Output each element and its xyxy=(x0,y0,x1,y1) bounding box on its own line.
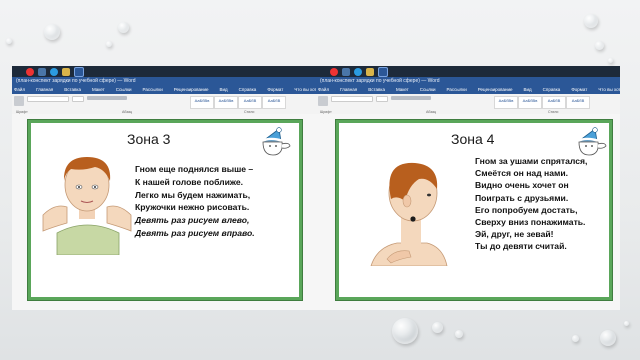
tab-insert[interactable]: Вставка xyxy=(368,86,385,94)
align-buttons[interactable] xyxy=(87,96,127,100)
poem-line: К нашей голове поближе. xyxy=(135,176,244,187)
tab-view[interactable]: Вид xyxy=(220,86,228,94)
tab-home[interactable]: Главная xyxy=(36,86,53,94)
gnome-hand-icon xyxy=(260,127,291,156)
tab-help[interactable]: Справка xyxy=(543,86,561,94)
poem-line: Гном за ушами спрятался, xyxy=(475,156,588,166)
poem-line: Сверху вниз понажимать. xyxy=(475,217,586,228)
style-no-spacing[interactable]: АаБбВв xyxy=(518,96,542,109)
document-page: Зона 4 Гном за ушами спрятался, Смеётся … xyxy=(316,114,620,310)
water-drop xyxy=(44,24,60,40)
poem-line: Легко мы будем нажимать, xyxy=(135,189,251,200)
poem-line: Видно очень хочет он xyxy=(475,180,569,191)
ribbon-tabs: Файл Главная Вставка Макет Ссылки Рассыл… xyxy=(12,86,316,94)
style-heading-2[interactable]: АаБбВ xyxy=(566,96,590,109)
browser-icon[interactable] xyxy=(50,67,58,76)
tab-review[interactable]: Рецензирование xyxy=(174,86,209,94)
browser-icon[interactable] xyxy=(354,67,362,76)
water-drop xyxy=(106,41,112,47)
water-drop xyxy=(572,335,579,342)
paste-button[interactable] xyxy=(14,96,24,106)
style-no-spacing[interactable]: АаБбВв xyxy=(214,96,238,109)
word-icon[interactable] xyxy=(378,66,388,77)
zone-title: Зона 4 xyxy=(451,131,495,147)
ribbon: АаБбВв АаБбВв АаБбВ АаБбВ Шрифт Абзац Ст… xyxy=(316,94,620,115)
water-drop xyxy=(392,318,418,344)
tab-file[interactable]: Файл xyxy=(318,86,329,94)
tab-mailings[interactable]: Рассылки xyxy=(447,86,467,94)
vk-icon[interactable] xyxy=(38,67,46,76)
tell-me-search[interactable]: Что вы хотите сделать? xyxy=(598,86,620,94)
ribbon-tabs: Файл Главная Вставка Макет Ссылки Рассыл… xyxy=(316,86,620,94)
font-name-box[interactable] xyxy=(331,96,373,102)
zone-card: Зона 3 Гном еще поднялся выше – К нашей … xyxy=(28,120,302,300)
yandex-icon[interactable] xyxy=(330,67,338,76)
tab-references[interactable]: Ссылки xyxy=(116,86,132,94)
tab-format[interactable]: Формат xyxy=(267,86,283,94)
tab-format[interactable]: Формат xyxy=(571,86,587,94)
water-drop xyxy=(6,38,12,44)
font-name-box[interactable] xyxy=(27,96,69,102)
water-drop xyxy=(118,22,129,33)
poem-text: Гном еще поднялся выше – К нашей голове … xyxy=(135,163,255,240)
word-window-right: (план-конспект зарядки по учебной сфере)… xyxy=(316,66,620,310)
poem-line: Поиграть с друзьями. xyxy=(475,192,569,203)
align-buttons[interactable] xyxy=(391,96,431,100)
water-drop xyxy=(595,41,604,50)
tab-review[interactable]: Рецензирование xyxy=(478,86,513,94)
gnome-hand-icon xyxy=(576,127,607,156)
folder-icon[interactable] xyxy=(62,67,70,76)
window-title: (план-конспект зарядки по учебной сфере)… xyxy=(316,77,620,86)
tab-view[interactable]: Вид xyxy=(524,86,532,94)
tab-home[interactable]: Главная xyxy=(340,86,357,94)
poem-line: Эй, друг, не зевай! xyxy=(475,229,554,240)
taskbar xyxy=(316,66,620,77)
style-normal[interactable]: АаБбВв xyxy=(190,96,214,109)
style-heading-1[interactable]: АаБбВ xyxy=(238,96,262,109)
poem-line: Его попробуем достать, xyxy=(475,204,578,215)
folder-icon[interactable] xyxy=(366,67,374,76)
water-drop xyxy=(455,330,463,338)
taskbar xyxy=(12,66,316,77)
poem-line: Девять раз рисуем влево, xyxy=(135,215,250,226)
vk-icon[interactable] xyxy=(342,67,350,76)
yandex-icon[interactable] xyxy=(26,67,34,76)
child-profile-illustration xyxy=(370,162,448,266)
paste-button[interactable] xyxy=(318,96,328,106)
tab-file[interactable]: Файл xyxy=(14,86,25,94)
tab-mailings[interactable]: Рассылки xyxy=(143,86,163,94)
tab-references[interactable]: Ссылки xyxy=(420,86,436,94)
tab-insert[interactable]: Вставка xyxy=(64,86,81,94)
tell-me-search[interactable]: Что вы хотите сделать? xyxy=(294,86,316,94)
tab-layout[interactable]: Макет xyxy=(396,86,409,94)
tab-layout[interactable]: Макет xyxy=(92,86,105,94)
water-drop xyxy=(584,14,598,28)
water-drop xyxy=(432,322,443,333)
font-size-box[interactable] xyxy=(72,96,84,102)
water-drop xyxy=(608,58,613,63)
poem-line: Смеётся он над нами. xyxy=(475,168,569,179)
poem-text: Гном за ушами спрятался, Смеётся он над … xyxy=(475,155,587,253)
water-drop xyxy=(624,321,629,326)
style-normal[interactable]: АаБбВв xyxy=(494,96,518,109)
ribbon: АаБбВв АаБбВв АаБбВ АаБбВ Шрифт Абзац Ст… xyxy=(12,94,316,115)
word-window-left: (план-конспект зарядки по учебной сфере)… xyxy=(12,66,316,310)
poem-line: Кружочки нежно рисовать. xyxy=(135,202,250,213)
tab-help[interactable]: Справка xyxy=(239,86,257,94)
style-heading-2[interactable]: АаБбВ xyxy=(262,96,286,109)
word-icon[interactable] xyxy=(74,66,84,77)
document-page: Зона 3 Гном еще поднялся выше – К нашей … xyxy=(12,114,316,310)
water-drop xyxy=(600,330,616,346)
style-heading-1[interactable]: АаБбВ xyxy=(542,96,566,109)
window-title: (план-конспект зарядки по учебной сфере)… xyxy=(12,77,316,86)
poem-line: Девять раз рисуем вправо. xyxy=(135,227,255,238)
poem-line: Ты до девяти считай. xyxy=(475,241,567,252)
child-illustration xyxy=(42,157,132,255)
poem-line: Гном еще поднялся выше – xyxy=(135,164,254,174)
zone-card: Зона 4 Гном за ушами спрятался, Смеётся … xyxy=(336,120,612,300)
font-size-box[interactable] xyxy=(376,96,388,102)
